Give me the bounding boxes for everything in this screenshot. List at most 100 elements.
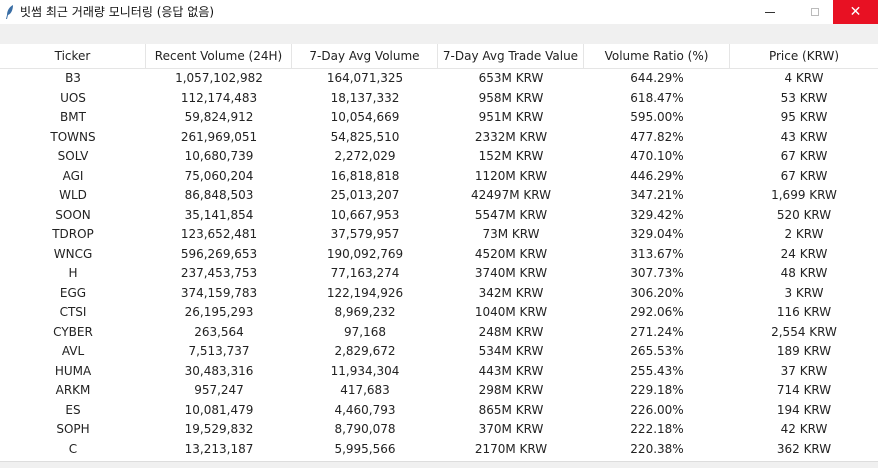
minimize-button[interactable]	[747, 0, 792, 24]
ticker-cell: HUMA	[54, 363, 92, 378]
table-row[interactable]: ARKM 957,247 417,683 298M KRW 229.18% 714 KRW	[0, 381, 878, 401]
recent-volume-cell: 123,652,481	[180, 227, 258, 241]
avg-volume-cell: 16,818,818	[330, 168, 400, 183]
recent-volume-cell: 263,564	[194, 324, 244, 339]
column-header-volume-ratio[interactable]: Volume Ratio (%)	[584, 44, 730, 68]
column-header-avg-trade-value[interactable]: 7-Day Avg Trade Value	[438, 44, 584, 68]
table-row[interactable]: B3 1,057,102,982 164,071,325 653M KRW 644.29…	[0, 69, 878, 89]
table-row[interactable]: TDROP 123,652,481 37,579,957 73M KRW 329.04%…	[0, 225, 878, 245]
volume-ratio-cell: 265.53%	[630, 344, 684, 358]
column-header-ticker[interactable]: Ticker	[0, 44, 146, 68]
table-row[interactable]: AVL 7,513,737 2,829,672 534M KRW 265.53% 189 …	[0, 342, 878, 362]
avg-trade-value-cell: 1040M KRW	[474, 305, 548, 319]
column-header-recent-volume[interactable]: Recent Volume (24H)	[146, 44, 292, 68]
table-row[interactable]: AGI 75,060,204 16,818,818 1120M KRW 446.29% 6…	[0, 167, 878, 187]
column-header-avg-volume[interactable]: 7-Day Avg Volume	[292, 44, 438, 68]
price-cell: 2,554 KRW	[771, 324, 837, 339]
volume-ratio-cell: 477.82%	[630, 129, 684, 144]
table-row[interactable]: WNCG 596,269,653 190,092,769 4520M KRW 313.6…	[0, 245, 878, 265]
price-cell: 362 KRW	[776, 441, 832, 456]
ticker-cell: B3	[65, 71, 81, 85]
price-cell: 116 KRW	[776, 305, 832, 319]
table-row[interactable]: CYBER 263,564 97,168 248M KRW 271.24% 2,554 K…	[0, 323, 878, 343]
table-row[interactable]: CTSI 26,195,293 8,969,232 1040M KRW 292.06% 1…	[0, 303, 878, 323]
maximize-icon	[810, 8, 819, 16]
volume-ratio-cell: 618.47%	[630, 90, 684, 105]
recent-volume-cell: 10,680,739	[184, 149, 254, 163]
avg-trade-value-cell: 443M KRW	[478, 363, 544, 378]
price-cell: 67 KRW	[780, 168, 828, 183]
table-row[interactable]: TOWNS 261,969,051 54,825,510 2332M KRW 477.8…	[0, 128, 878, 148]
table-row[interactable]: BMT 59,824,912 10,054,669 951M KRW 595.00% 95…	[0, 108, 878, 128]
table-row[interactable]: ES 10,081,479 4,460,793 865M KRW 226.00% 194 …	[0, 401, 878, 421]
avg-trade-value-cell: 370M KRW	[478, 422, 544, 436]
close-button[interactable]: ✕	[833, 0, 878, 24]
volume-ratio-cell: 470.10%	[630, 149, 684, 163]
recent-volume-cell: 237,453,753	[180, 266, 258, 280]
avg-trade-value-cell: 958M KRW	[478, 90, 544, 105]
avg-volume-cell: 5,995,566	[334, 441, 396, 456]
avg-volume-cell: 10,054,669	[330, 110, 400, 124]
avg-trade-value-cell: 342M KRW	[478, 285, 544, 300]
ticker-cell: H	[68, 266, 78, 280]
avg-trade-value-cell: 152M KRW	[478, 149, 544, 163]
ticker-cell: ES	[65, 402, 81, 417]
window-title: 빗썸 최근 거래량 모니터링 (응답 없음)	[20, 5, 215, 19]
menu-bar	[0, 24, 878, 44]
volume-table[interactable]: Ticker Recent Volume (24H) 7-Day Avg Vol…	[0, 44, 878, 461]
price-cell: 48 KRW	[780, 266, 828, 280]
ticker-cell: SOPH	[56, 422, 90, 436]
table-row[interactable]: EGG 374,159,783 122,194,926 342M KRW 306.20%…	[0, 284, 878, 304]
volume-ratio-cell: 229.18%	[630, 383, 684, 397]
avg-trade-value-cell: 2170M KRW	[474, 441, 548, 456]
recent-volume-cell: 30,483,316	[184, 363, 254, 378]
recent-volume-cell: 26,195,293	[184, 305, 254, 319]
avg-trade-value-cell: 4520M KRW	[474, 246, 548, 261]
recent-volume-cell: 75,060,204	[184, 168, 254, 183]
price-cell: 714 KRW	[776, 383, 832, 397]
avg-volume-cell: 2,829,672	[334, 344, 396, 358]
maximize-button[interactable]	[792, 0, 837, 24]
price-cell: 189 KRW	[776, 344, 832, 358]
volume-ratio-cell: 313.67%	[630, 246, 684, 261]
volume-ratio-cell: 222.18%	[630, 422, 684, 436]
price-cell: 2 KRW	[784, 227, 824, 241]
volume-ratio-cell: 446.29%	[630, 168, 684, 183]
ticker-cell: UOS	[60, 90, 86, 105]
ticker-cell: WLD	[59, 188, 87, 202]
avg-volume-cell: 417,683	[340, 383, 390, 397]
recent-volume-cell: 13,213,187	[184, 441, 254, 456]
recent-volume-cell: 957,247	[194, 383, 244, 397]
avg-volume-cell: 97,168	[344, 324, 386, 339]
table-row[interactable]: H 237,453,753 77,163,274 3740M KRW 307.73% 48…	[0, 264, 878, 284]
price-cell: 95 KRW	[780, 110, 828, 124]
ticker-cell: CTSI	[59, 305, 87, 319]
price-cell: 3 KRW	[784, 285, 824, 300]
ticker-cell: EGG	[59, 285, 87, 300]
table-row[interactable]: SOPH 19,529,832 8,790,078 370M KRW 222.18% 42…	[0, 420, 878, 440]
recent-volume-cell: 35,141,854	[184, 207, 254, 222]
price-cell: 1,699 KRW	[771, 188, 837, 202]
title-bar: 빗썸 최근 거래량 모니터링 (응답 없음) ✕	[0, 0, 878, 24]
table-row[interactable]: C 13,213,187 5,995,566 2170M KRW 220.38% 362 …	[0, 440, 878, 460]
price-cell: 53 KRW	[780, 90, 828, 105]
table-row[interactable]: HUMA 30,483,316 11,934,304 443M KRW 255.43% 3…	[0, 362, 878, 382]
ticker-cell: ARKM	[55, 383, 91, 397]
table-row[interactable]: WLD 86,848,503 25,013,207 42497M KRW 347.21%…	[0, 186, 878, 206]
price-cell: 37 KRW	[780, 363, 828, 378]
table-row[interactable]: UOS 112,174,483 18,137,332 958M KRW 618.47% 5…	[0, 89, 878, 109]
avg-volume-cell: 164,071,325	[326, 71, 404, 85]
avg-trade-value-cell: 653M KRW	[478, 71, 544, 85]
ticker-cell: C	[68, 441, 78, 456]
volume-ratio-cell: 595.00%	[630, 110, 684, 124]
recent-volume-cell: 7,513,737	[188, 344, 250, 358]
volume-ratio-cell: 347.21%	[630, 188, 684, 202]
recent-volume-cell: 10,081,479	[184, 402, 254, 417]
ticker-cell: WNCG	[53, 246, 93, 261]
table-row[interactable]: SOON 35,141,854 10,667,953 5547M KRW 329.42%…	[0, 206, 878, 226]
column-header-price[interactable]: Price (KRW)	[730, 44, 878, 68]
table-row[interactable]: SOLV 10,680,739 2,272,029 152M KRW 470.10% 67…	[0, 147, 878, 167]
ticker-cell: CYBER	[53, 324, 93, 339]
avg-volume-cell: 2,272,029	[334, 149, 396, 163]
avg-trade-value-cell: 951M KRW	[478, 110, 544, 124]
